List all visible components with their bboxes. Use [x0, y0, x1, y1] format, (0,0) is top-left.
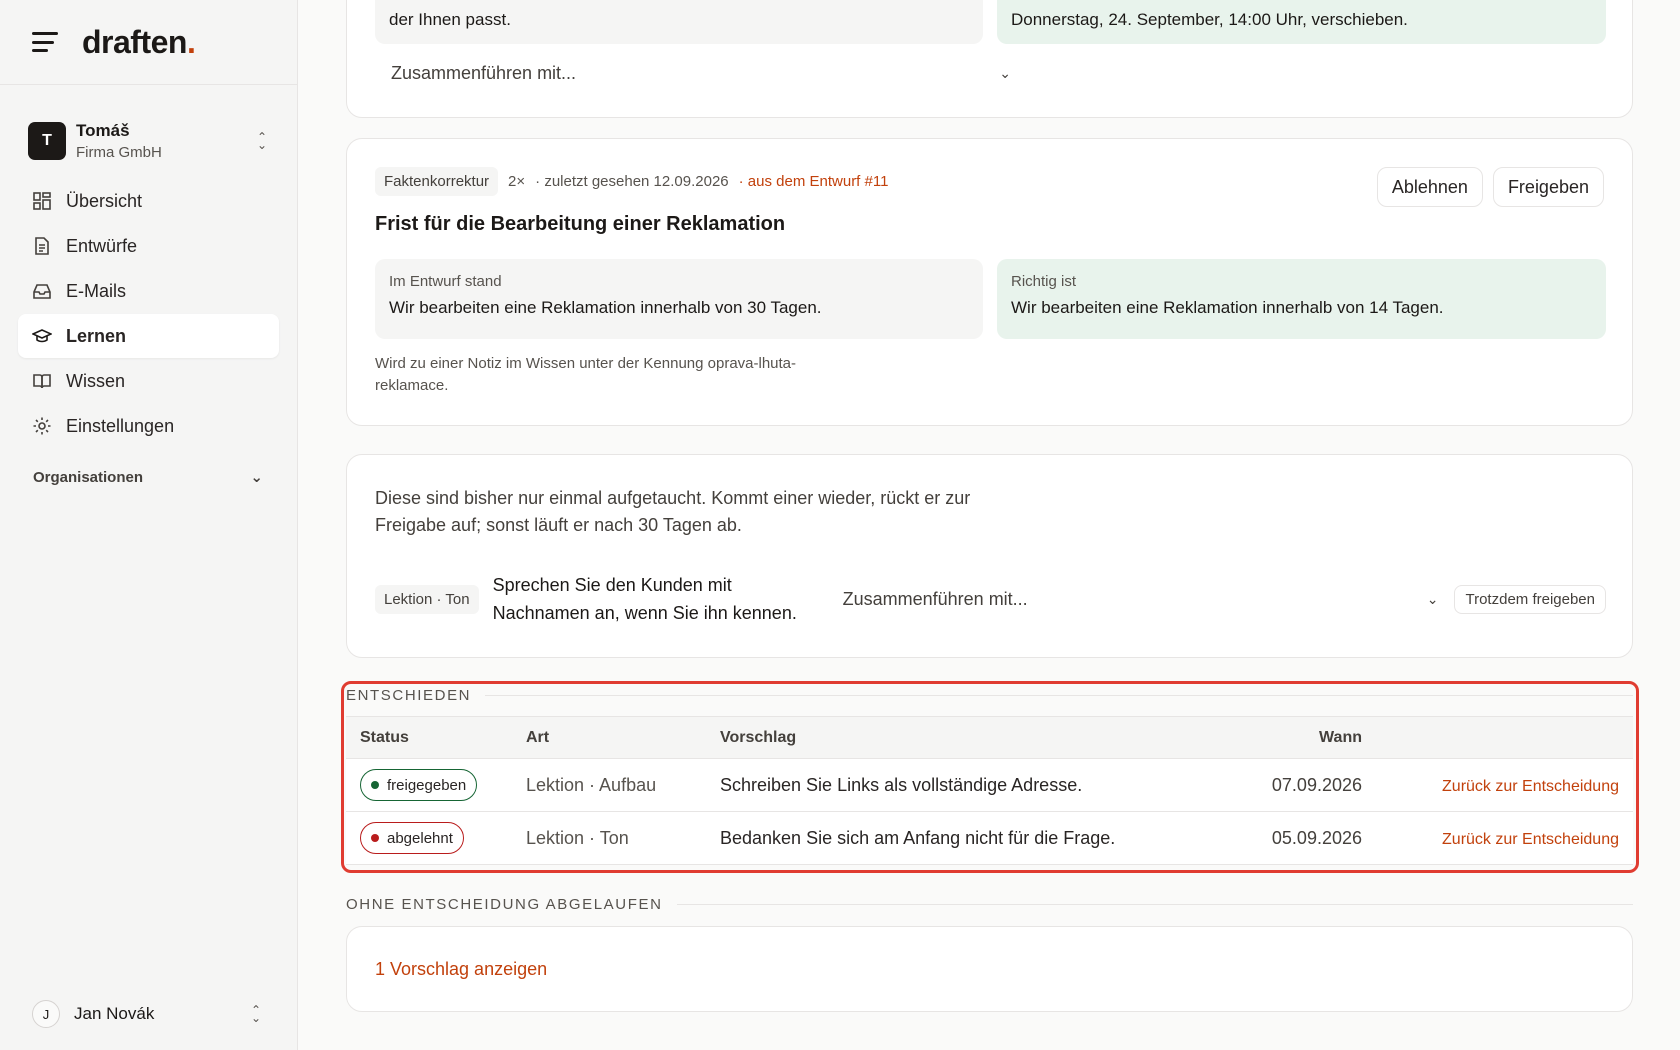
inbox-icon	[32, 281, 52, 301]
organisations-label: Organisationen	[33, 468, 144, 486]
column-action	[1362, 716, 1633, 759]
column-art: Art	[526, 716, 720, 759]
decided-section-header: ENTSCHIEDEN	[346, 687, 1633, 704]
status-badge: freigegeben	[360, 769, 478, 801]
merge-select[interactable]: Zusammenführen mit... ⌄	[843, 589, 1439, 610]
suggestion-card: der Ihnen passt. Donnerstag, 24. Septemb…	[346, 0, 1633, 118]
old-text: der Ihnen passt.	[389, 10, 511, 29]
chevron-updown-icon: ⌃ ⌄	[250, 1003, 262, 1025]
last-seen: · zuletzt gesehen 12.09.2026	[535, 173, 729, 190]
sidebar: draften. T Tomáš Firma GmbH ⌃ ⌄ Übersicht…	[0, 0, 298, 1050]
sidebar-item-label: Wissen	[66, 370, 126, 391]
sidebar-item-emails[interactable]: E-Mails	[18, 269, 279, 313]
source-draft-link[interactable]: · aus dem Entwurf #11	[739, 173, 889, 190]
chevron-down-icon: ⌄	[1426, 590, 1439, 607]
fact-correction-card: Faktenkorrektur 2× · zuletzt gesehen 12.…	[346, 138, 1633, 426]
new-text-box: Richtig ist Wir bearbeiten eine Reklamat…	[997, 259, 1606, 339]
new-caption: Richtig ist	[1011, 273, 1077, 290]
row-art: Lektion · Aufbau	[526, 758, 720, 812]
single-occurrence-card: Diese sind bisher nur einmal aufgetaucht…	[346, 454, 1633, 658]
row-wann: 05.09.2026	[1250, 811, 1362, 865]
user-name: Jan Novák	[74, 1004, 155, 1023]
sidebar-item-wissen[interactable]: Wissen	[18, 359, 279, 403]
new-text: Donnerstag, 24. September, 14:00 Uhr, ve…	[1011, 10, 1408, 29]
user-menu[interactable]: J Jan Novák ⌃ ⌄	[32, 1000, 263, 1028]
reject-button[interactable]: Ablehnen	[1376, 167, 1483, 207]
sidebar-item-label: Entwürfe	[66, 235, 138, 256]
sidebar-item-label: Lernen	[66, 325, 127, 346]
logo[interactable]: draften.	[82, 24, 196, 61]
account-avatar: T	[28, 122, 66, 160]
expired-section-header: OHNE ENTSCHEIDUNG ABGELAUFEN	[346, 896, 1633, 913]
section-title: OHNE ENTSCHEIDUNG ABGELAUFEN	[346, 896, 663, 913]
row-vorschlag: Bedanken Sie sich am Anfang nicht für di…	[720, 811, 1250, 865]
new-text-box: Donnerstag, 24. September, 14:00 Uhr, ve…	[997, 0, 1606, 44]
column-vorschlag: Vorschlag	[720, 716, 1250, 759]
old-text-box: Im Entwurf stand Wir bearbeiten eine Rek…	[375, 259, 983, 339]
sidebar-item-einstellungen[interactable]: Einstellungen	[18, 404, 279, 448]
expired-card: 1 Vorschlag anzeigen	[346, 926, 1633, 1012]
row-vorschlag: Schreiben Sie Links als vollständige Adr…	[720, 758, 1250, 812]
table-row: freigegeben Lektion · Aufbau Schreiben S…	[346, 758, 1633, 812]
sidebar-item-entwuerfe[interactable]: Entwürfe	[18, 224, 279, 268]
old-caption: Im Entwurf stand	[389, 273, 502, 290]
approve-button[interactable]: Freigeben	[1492, 167, 1604, 207]
row-art: Lektion · Ton	[526, 811, 720, 865]
book-icon	[32, 371, 52, 391]
organisations-toggle[interactable]: Organisationen ⌄	[0, 468, 297, 487]
decided-table-wrapper: Status Art Vorschlag Wann freigegeben Le…	[346, 716, 1633, 865]
merge-select[interactable]: Zusammenführen mit... ⌄	[391, 63, 1011, 84]
type-tag: Faktenkorrektur	[375, 167, 499, 196]
chevron-down-icon: ⌄	[250, 469, 263, 486]
graduation-cap-icon	[32, 326, 52, 346]
old-text-box: der Ihnen passt.	[375, 0, 983, 44]
occurrence-count: 2×	[508, 173, 526, 190]
menu-icon[interactable]	[32, 32, 58, 52]
intro-text: Diese sind bisher nur einmal aufgetaucht…	[375, 488, 971, 535]
type-tag: Lektion · Ton	[375, 584, 479, 614]
brand-bar: draften.	[0, 0, 297, 85]
sidebar-nav: Übersicht Entwürfe E-Mails Lernen Wissen	[0, 179, 297, 448]
card-title: Frist für die Bearbeitung einer Reklamat…	[375, 213, 786, 235]
revert-decision-link[interactable]: Zurück zur Entscheidung	[1442, 831, 1619, 848]
sidebar-item-lernen[interactable]: Lernen	[18, 314, 279, 358]
chevron-down-icon: ⌄	[999, 65, 1011, 81]
chevron-updown-icon: ⌃ ⌄	[256, 130, 268, 152]
account-org: Firma GmbH	[76, 144, 162, 161]
revert-decision-link[interactable]: Zurück zur Entscheidung	[1442, 778, 1619, 795]
table-header-row: Status Art Vorschlag Wann	[346, 716, 1633, 759]
sidebar-item-label: Übersicht	[66, 190, 143, 211]
status-badge: abgelehnt	[360, 822, 464, 854]
column-wann: Wann	[1250, 716, 1362, 759]
merge-select-value: Zusammenführen mit...	[842, 588, 1028, 609]
gear-icon	[32, 416, 52, 436]
sidebar-item-uebersicht[interactable]: Übersicht	[18, 179, 279, 223]
show-expired-link[interactable]: 1 Vorschlag anzeigen	[375, 959, 547, 980]
force-approve-button[interactable]: Trotzdem freigeben	[1454, 584, 1606, 614]
sidebar-item-label: E-Mails	[66, 280, 127, 301]
dashboard-icon	[32, 191, 52, 211]
column-status: Status	[346, 716, 526, 759]
document-icon	[32, 236, 52, 256]
table-row: abgelehnt Lektion · Ton Bedanken Sie sic…	[346, 811, 1633, 865]
new-text: Wir bearbeiten eine Reklamation innerhal…	[1011, 298, 1444, 317]
account-switcher[interactable]: T Tomáš Firma GmbH ⌃ ⌄	[0, 117, 297, 165]
sidebar-item-label: Einstellungen	[66, 415, 175, 436]
decided-table: Status Art Vorschlag Wann freigegeben Le…	[346, 716, 1633, 865]
section-title: ENTSCHIEDEN	[346, 687, 472, 704]
suggestion-text: Sprechen Sie den Kunden mit Nachnamen an…	[492, 575, 797, 623]
user-avatar: J	[32, 1000, 60, 1028]
old-text: Wir bearbeiten eine Reklamation innerhal…	[389, 298, 822, 317]
account-name: Tomáš	[76, 121, 130, 140]
note-text: Wird zu einer Notiz im Wissen unter der …	[375, 355, 797, 394]
merge-select-value: Zusammenführen mit...	[391, 63, 577, 83]
row-wann: 07.09.2026	[1250, 758, 1362, 812]
